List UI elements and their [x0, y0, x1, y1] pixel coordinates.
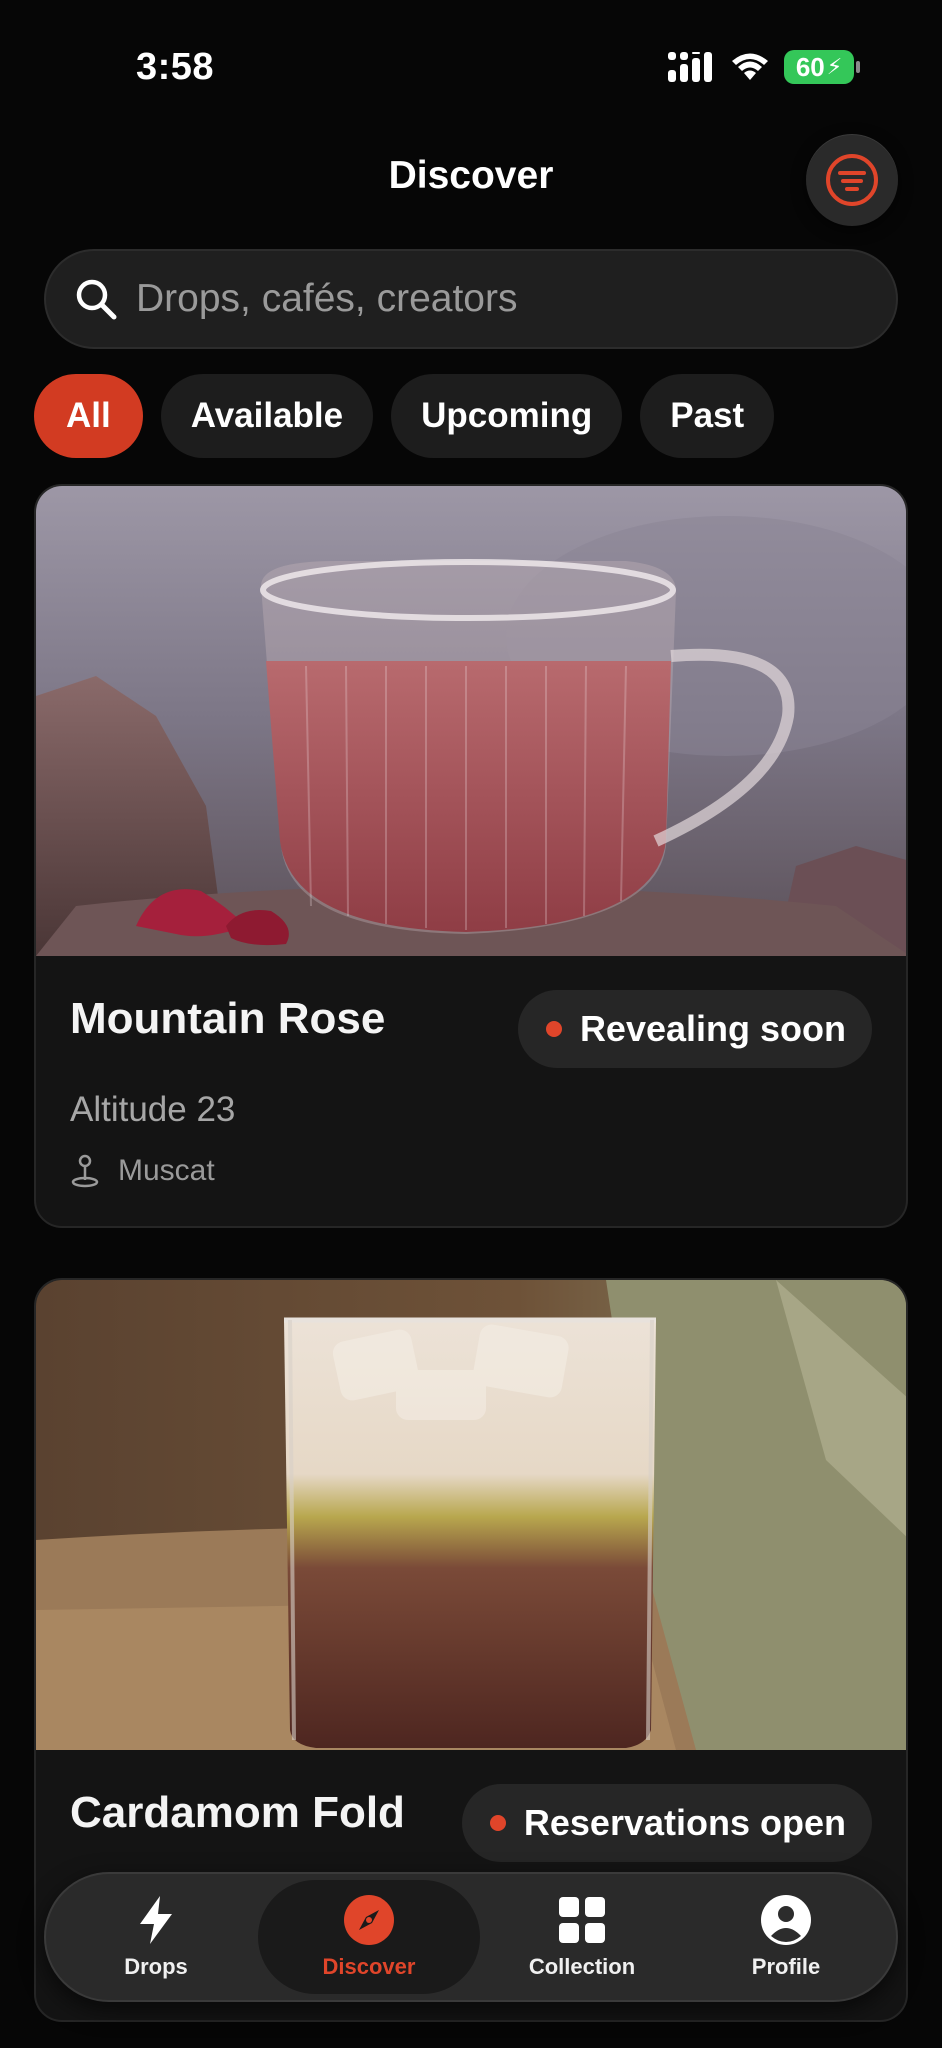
chip-upcoming[interactable]: Upcoming — [391, 374, 623, 458]
compass-icon — [343, 1894, 395, 1946]
status-icons: 60 ⚡ — [668, 50, 860, 84]
battery-indicator: 60 ⚡ — [784, 50, 860, 84]
search-icon — [76, 279, 117, 320]
tab-label: Collection — [528, 1954, 636, 1979]
drop-title: Cardamom Fold — [70, 1788, 405, 1837]
tab-profile[interactable]: Profile — [684, 1880, 888, 1994]
tab-collection[interactable]: Collection — [480, 1880, 684, 1994]
location-pin-icon — [71, 1154, 99, 1188]
tab-label: Profile — [751, 1954, 821, 1979]
chip-past[interactable]: Past — [640, 374, 775, 458]
drop-image-latte — [36, 1280, 906, 1750]
status-badge: Reservations open — [461, 1784, 872, 1862]
profile-icon — [760, 1894, 812, 1946]
filter-icon — [826, 154, 878, 206]
filter-button[interactable] — [806, 134, 898, 226]
status-time: 3:58 — [136, 46, 215, 88]
location-label: Muscat — [118, 1154, 215, 1187]
status-badge: Revealing soon — [517, 990, 872, 1068]
tab-drops[interactable]: Drops — [54, 1880, 258, 1994]
status-bar: 3:58 60 ⚡ — [0, 0, 942, 120]
status-dot — [489, 1815, 506, 1831]
tab-discover[interactable]: Discover — [258, 1880, 480, 1994]
wifi-icon — [732, 53, 768, 80]
search-bar[interactable] — [44, 249, 898, 349]
drop-image-tea — [36, 486, 906, 956]
drop-title: Mountain Rose — [70, 994, 386, 1043]
charging-icon: ⚡ — [826, 54, 843, 79]
tab-label: Discover — [322, 1954, 416, 1979]
signal-icon — [668, 52, 712, 82]
status-dot — [545, 1021, 562, 1037]
status-badge-label: Revealing soon — [579, 1008, 846, 1049]
filter-chips: All Available Upcoming Past — [34, 374, 775, 458]
search-input[interactable] — [136, 277, 836, 321]
battery-level: 60 — [795, 51, 825, 82]
status-badge-label: Reservations open — [523, 1802, 846, 1843]
page-title: Discover — [388, 154, 554, 197]
chip-available[interactable]: Available — [160, 374, 374, 458]
drop-card[interactable]: Mountain Rose Revealing soon Altitude 23… — [34, 484, 908, 1228]
tab-bar: Drops Discover Collection Profile — [44, 1872, 898, 2002]
location-row: Muscat — [70, 1154, 215, 1188]
bolt-icon — [130, 1894, 182, 1946]
chip-all[interactable]: All — [34, 374, 143, 458]
grid-icon — [556, 1894, 608, 1946]
tab-label: Drops — [124, 1954, 188, 1979]
cafe-name: Altitude 23 — [70, 1090, 236, 1129]
